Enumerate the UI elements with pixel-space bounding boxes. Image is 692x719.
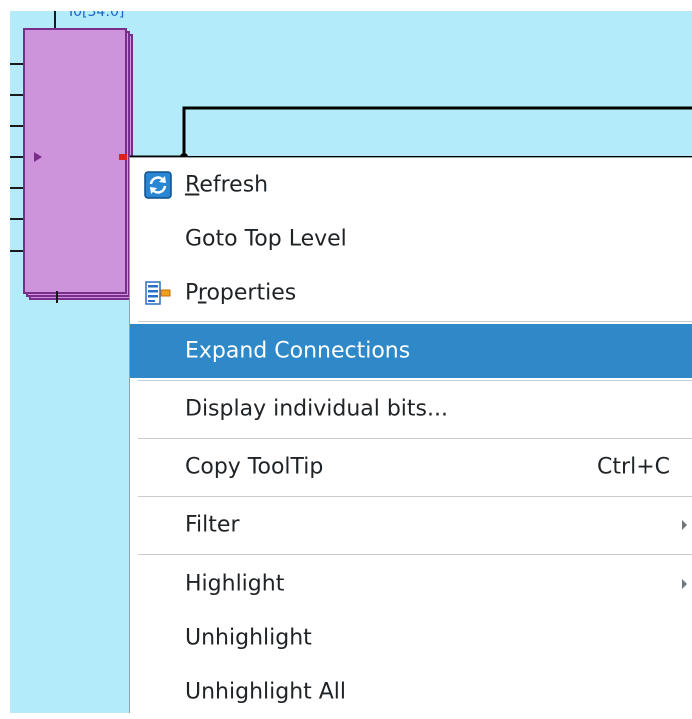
- menu-item-unhighlight-all[interactable]: Unhighlight All: [130, 665, 692, 719]
- menu-label-refresh: Refresh: [185, 173, 268, 198]
- selected-pin-marker: [119, 154, 127, 160]
- chevron-right-icon: [682, 520, 687, 530]
- context-menu: Refresh Goto Top Level Properties Expand…: [129, 157, 692, 713]
- shortcut-copy-tooltip: Ctrl+C: [597, 454, 670, 480]
- menu-item-properties[interactable]: Properties: [130, 266, 692, 320]
- menu-label-highlight: Highlight: [185, 571, 285, 597]
- menu-label-expand-connections: Expand Connections: [185, 338, 411, 364]
- menu-item-refresh[interactable]: Refresh: [130, 158, 692, 212]
- bus-label: I0[34:0]: [69, 11, 125, 20]
- menu-label-filter: Filter: [185, 512, 240, 538]
- menu-item-filter[interactable]: Filter: [130, 498, 692, 552]
- menu-label-unhighlight-all: Unhighlight All: [185, 679, 347, 705]
- menu-label-unhighlight: Unhighlight: [185, 625, 312, 651]
- menu-label-display-individual-bits: Display individual bits...: [185, 396, 448, 422]
- chevron-right-icon: [682, 579, 687, 589]
- refresh-icon: [144, 171, 172, 199]
- menu-label-copy-tooltip: Copy ToolTip: [185, 454, 324, 480]
- label-rest: operties: [206, 280, 297, 306]
- menu-separator: [138, 438, 692, 439]
- stacked-cell[interactable]: [23, 28, 133, 300]
- menu-separator: [138, 380, 692, 381]
- label-prefix: P: [185, 280, 198, 306]
- menu-separator: [138, 321, 692, 322]
- label-rest: efresh: [199, 172, 269, 198]
- mnemonic-r: R: [185, 172, 200, 198]
- menu-item-highlight[interactable]: Highlight: [130, 557, 692, 611]
- menu-item-expand-connections[interactable]: Expand Connections: [130, 324, 692, 378]
- output-wire: [130, 106, 692, 159]
- menu-item-goto-top-level[interactable]: Goto Top Level: [130, 212, 692, 266]
- menu-label-goto-top-level: Goto Top Level: [185, 226, 347, 252]
- menu-item-display-individual-bits[interactable]: Display individual bits...: [130, 382, 692, 436]
- menu-item-unhighlight[interactable]: Unhighlight: [130, 611, 692, 665]
- menu-label-properties: Properties: [185, 281, 296, 306]
- menu-separator: [138, 554, 692, 555]
- menu-separator: [138, 496, 692, 497]
- menu-item-copy-tooltip[interactable]: Copy ToolTip Ctrl+C: [130, 440, 692, 494]
- properties-icon: [145, 281, 171, 305]
